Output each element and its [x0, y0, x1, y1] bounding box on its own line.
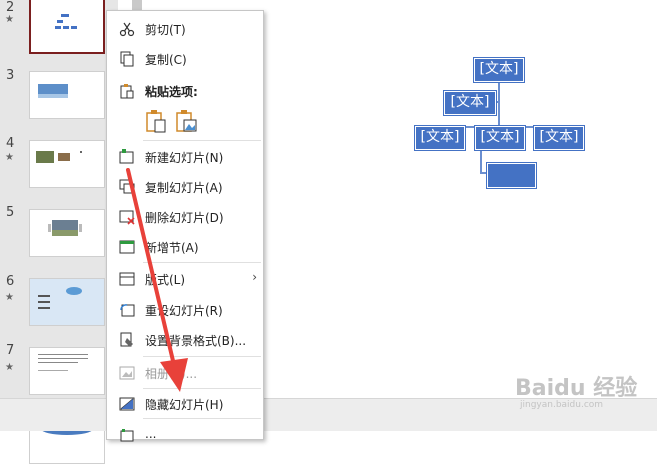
red-annotation-arrow	[126, 168, 188, 392]
